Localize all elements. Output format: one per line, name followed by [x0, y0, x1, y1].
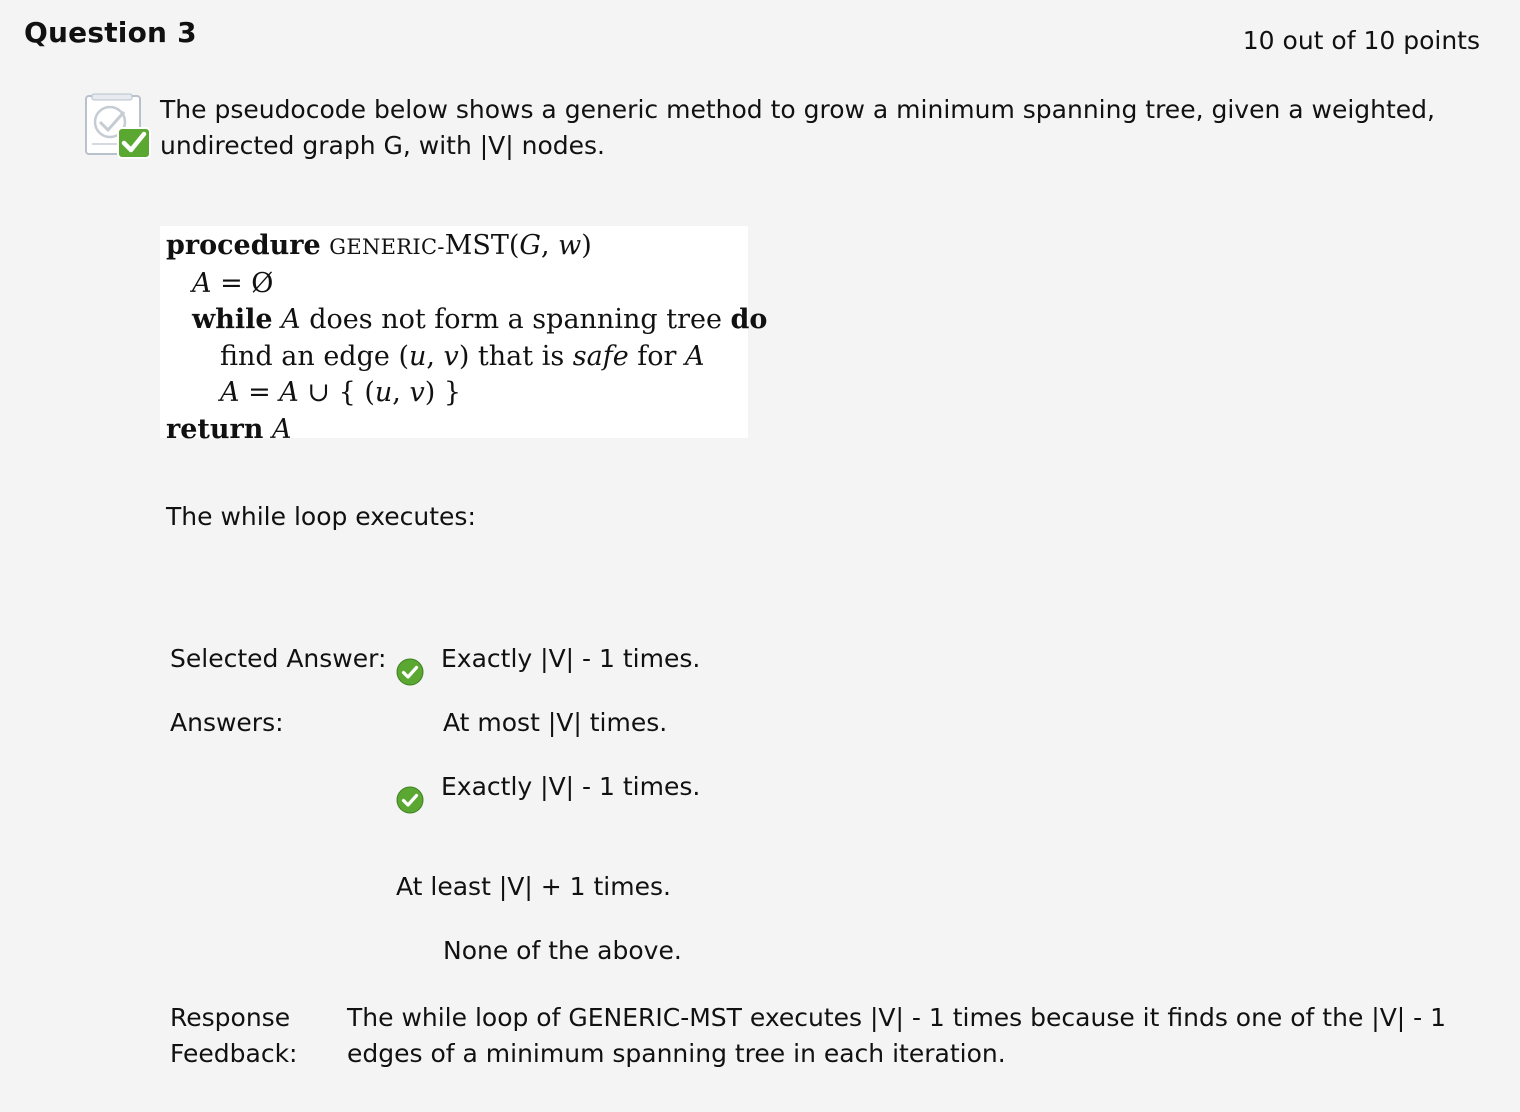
question-title: Question 3: [24, 16, 197, 49]
correct-check-icon: [85, 93, 151, 159]
feedback-label: Response Feedback:: [170, 1003, 298, 1068]
code-line-5: A = A ∪ { (u, v) }: [220, 377, 462, 409]
correct-check-icon: [396, 658, 424, 686]
answer-option: At most |V| times.: [443, 708, 668, 737]
answers-label: Answers:: [170, 708, 284, 737]
code-line-3: while A does not form a spanning tree do: [192, 304, 768, 336]
code-line-4: find an edge (u, v) that is safe for A: [220, 340, 705, 372]
question-prompt: The pseudocode below shows a generic met…: [160, 95, 1435, 160]
selected-answer-value: Exactly |V| - 1 times.: [441, 644, 701, 673]
question-points: 10 out of 10 points: [1242, 26, 1480, 55]
correct-check-icon: [396, 786, 424, 814]
pseudocode-block: procedure GENERIC-MST(G, w) A = Ø while …: [160, 226, 768, 445]
code-line-6: return A: [166, 413, 292, 445]
question-page: Question 3 10 out of 10 points The pseud…: [0, 0, 1520, 1112]
code-line-2: A = Ø: [192, 267, 274, 299]
code-line-1: procedure GENERIC-MST(G, w): [166, 230, 592, 261]
answer-option: None of the above.: [443, 936, 682, 965]
question-stem: The while loop executes:: [166, 502, 476, 531]
feedback-text: The while loop of GENERIC-MST executes |…: [347, 1003, 1447, 1068]
answer-option: At least |V| + 1 times.: [396, 872, 671, 901]
selected-answer-label: Selected Answer:: [170, 644, 387, 673]
answer-option-correct: Exactly |V| - 1 times.: [441, 772, 701, 801]
